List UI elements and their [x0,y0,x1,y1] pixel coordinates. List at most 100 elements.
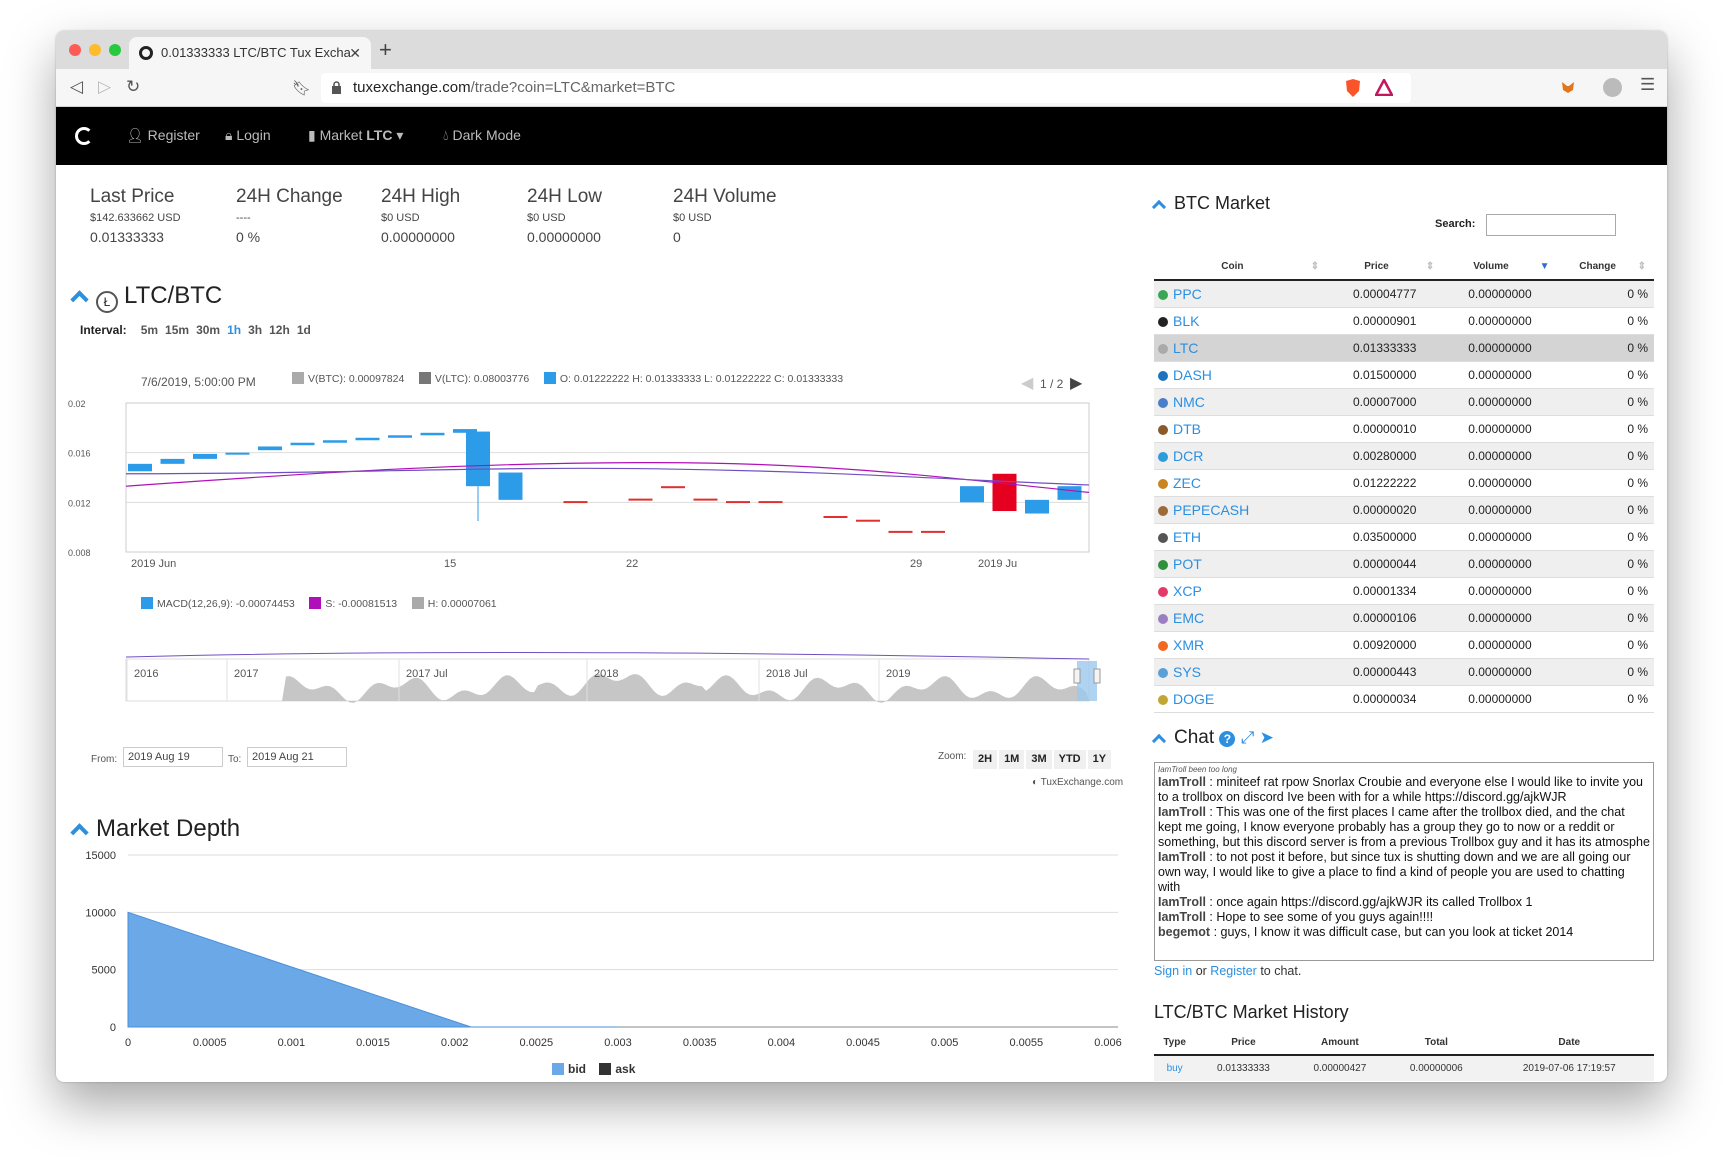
register-link[interactable]: 👤︎ Register [126,127,200,144]
coin-cell[interactable]: POT [1154,550,1328,578]
coin-cell[interactable]: LTC [1154,334,1328,362]
interval-5m[interactable]: 5m [141,323,158,337]
brave-rewards-icon[interactable] [1375,79,1393,96]
market-search-input[interactable] [1486,214,1616,236]
history-col-type[interactable]: Type [1154,1030,1196,1056]
history-col-total[interactable]: Total [1388,1030,1485,1056]
market-col-change[interactable]: Change ⇕ [1557,253,1654,281]
telegram-icon[interactable]: ➤ [1260,728,1274,747]
coin-cell[interactable]: DTB [1154,415,1328,443]
market-row[interactable]: EMC 0.00000106 0.00000000 0 % [1154,604,1654,632]
coin-cell[interactable]: ETH [1154,523,1328,551]
address-bar[interactable]: tuxexchange.com/trade?coin=LTC&market=BT… [321,73,1411,103]
chat-log[interactable]: IamTroll been too long IamTroll : minitee… [1154,762,1654,961]
market-row[interactable]: PEPECASH 0.00000020 0.00000000 0 % [1154,496,1654,524]
market-row[interactable]: PPC 0.00004777 0.00000000 0 % [1154,280,1654,308]
prev-page-icon[interactable]: ◀ [1021,375,1033,392]
coin-cell[interactable]: XMR [1154,631,1328,659]
interval-3h[interactable]: 3h [248,323,262,337]
interval-30m[interactable]: 30m [196,323,220,337]
coin-cell[interactable]: EMC [1154,604,1328,632]
market-row[interactable]: BLK 0.00000901 0.00000000 0 % [1154,307,1654,335]
collapse-chevron-icon[interactable] [70,290,89,309]
market-row[interactable]: XCP 0.00001334 0.00000000 0 % [1154,577,1654,605]
coin-cell[interactable]: DASH [1154,361,1328,389]
zoom-ytd-button[interactable]: YTD [1053,750,1086,769]
market-row[interactable]: SYS 0.00000443 0.00000000 0 % [1154,658,1654,686]
market-row[interactable]: LTC 0.01333333 0.00000000 0 % [1154,334,1654,362]
coin-cell[interactable]: PPC [1154,280,1328,308]
navigator-handle-left[interactable] [1073,668,1081,684]
to-date-input[interactable]: 2019 Aug 21 [247,747,347,767]
depth-x-tick: 0.001 [278,1037,306,1049]
brave-shield-icon[interactable] [1344,78,1362,98]
tux-logo-icon[interactable] [75,127,93,145]
maximize-window-button[interactable] [109,44,121,56]
collapse-market-icon[interactable] [1151,199,1167,215]
coin-cell[interactable]: ZEC [1154,469,1328,497]
history-col-date[interactable]: Date [1484,1030,1654,1056]
market-row[interactable]: ETH 0.03500000 0.00000000 0 % [1154,523,1654,551]
chat-username[interactable]: IamTroll [1158,805,1206,819]
market-row[interactable]: NMC 0.00007000 0.00000000 0 % [1154,388,1654,416]
market-row[interactable]: DCR 0.00280000 0.00000000 0 % [1154,442,1654,470]
back-icon[interactable]: ◁ [70,77,83,97]
help-icon[interactable]: ? [1219,731,1236,747]
expand-icon[interactable]: ⤢ [1241,728,1255,747]
navigator-handle-right[interactable] [1093,668,1101,684]
coin-cell[interactable]: DCR [1154,442,1328,470]
profile-avatar-icon[interactable] [1603,78,1622,97]
from-date-input[interactable]: 2019 Aug 19 [123,747,223,767]
browser-tab[interactable]: 0.01333333 LTC/BTC Tux Excha ✕ [129,37,371,69]
history-col-amount[interactable]: Amount [1291,1030,1389,1056]
zoom-2h-button[interactable]: 2H [973,750,998,769]
market-col-coin[interactable]: Coin ⇕ [1154,253,1328,281]
coin-cell[interactable]: DOGE [1154,685,1328,713]
interval-12h[interactable]: 12h [269,323,290,337]
coin-cell[interactable]: SYS [1154,658,1328,686]
market-row[interactable]: DOGE 0.00000034 0.00000000 0 % [1154,685,1654,713]
coin-cell[interactable]: XCP [1154,577,1328,605]
metamask-fox-icon[interactable] [1561,81,1575,94]
interval-15m[interactable]: 15m [165,323,189,337]
market-row[interactable]: DASH 0.01500000 0.00000000 0 % [1154,361,1654,389]
reload-icon[interactable]: ↻ [126,77,140,97]
chat-username[interactable]: begemot [1158,925,1210,939]
market-row[interactable]: ZEC 0.01222222 0.00000000 0 % [1154,469,1654,497]
chat-username[interactable]: IamTroll [1158,775,1206,789]
market-col-volume[interactable]: Volume ▼ [1442,253,1558,281]
signin-link[interactable]: Sign in [1154,964,1192,978]
history-col-price[interactable]: Price [1195,1030,1292,1056]
interval-1d[interactable]: 1d [297,323,311,337]
interval-1h[interactable]: 1h [227,323,241,337]
chat-username[interactable]: IamTroll [1158,895,1206,909]
menu-icon[interactable]: ☰ [1640,75,1655,95]
minimize-window-button[interactable] [89,44,101,56]
coin-cell[interactable]: NMC [1154,388,1328,416]
next-page-icon[interactable]: ▶ [1070,375,1082,392]
chat-username[interactable]: IamTroll [1158,910,1206,924]
coin-cell[interactable]: PEPECASH [1154,496,1328,524]
collapse-depth-icon[interactable] [70,823,89,842]
login-link[interactable]: 🔒︎ Login [225,127,271,144]
collapse-chat-icon[interactable] [1151,733,1167,749]
zoom-1m-button[interactable]: 1M [999,750,1025,769]
bookmark-icon[interactable]: 🔖︎ [292,79,311,97]
forward-icon[interactable]: ▷ [98,77,111,97]
new-tab-button[interactable]: + [379,37,392,63]
close-window-button[interactable] [69,44,81,56]
market-row[interactable]: DTB 0.00000010 0.00000000 0 % [1154,415,1654,443]
coin-cell[interactable]: BLK [1154,307,1328,335]
market-col-price[interactable]: Price ⇕ [1327,253,1443,281]
market-row[interactable]: POT 0.00000044 0.00000000 0 % [1154,550,1654,578]
close-tab-icon[interactable]: ✕ [349,37,361,69]
chat-register-link[interactable]: Register [1210,964,1257,978]
zoom-1y-button[interactable]: 1Y [1087,750,1112,769]
chat-username[interactable]: IamTroll [1158,850,1206,864]
dark-mode-toggle[interactable]: 💧︎ Dark Mode [443,127,521,144]
bid-label[interactable]: bid [568,1062,586,1076]
market-row[interactable]: XMR 0.00920000 0.00000000 0 % [1154,631,1654,659]
zoom-3m-button[interactable]: 3M [1026,750,1052,769]
ask-label[interactable]: ask [615,1062,635,1076]
market-dropdown[interactable]: ▮ Market LTC ▾ [308,127,403,144]
